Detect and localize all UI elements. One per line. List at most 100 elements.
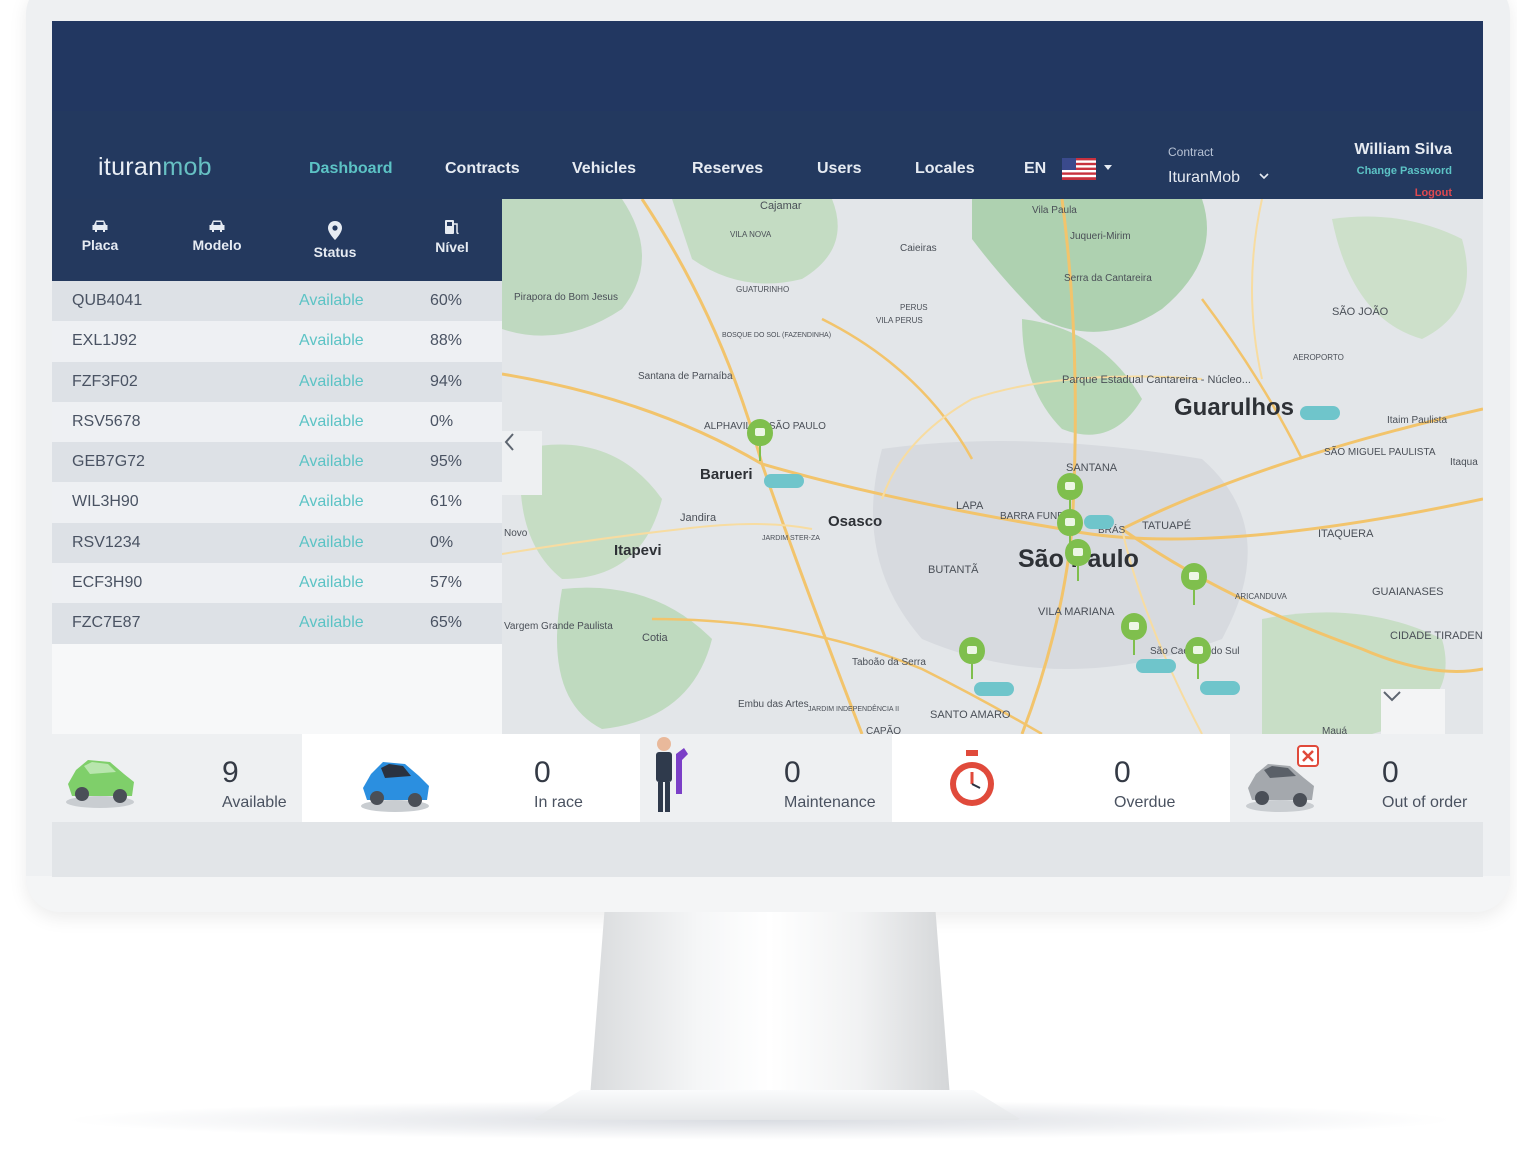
stat-available[interactable]: 9 Available bbox=[52, 734, 302, 822]
map-label: Itapevi bbox=[614, 542, 662, 559]
contract-label: Contract bbox=[1168, 145, 1214, 159]
status-summary: 9 Available 0 In race 0 Maintenance 0 Ov… bbox=[52, 734, 1483, 822]
nav-vehicles[interactable]: Vehicles bbox=[572, 160, 636, 178]
status-cell: Available bbox=[299, 574, 364, 592]
plate-cell: ECF3H90 bbox=[72, 574, 143, 592]
col-level[interactable]: Nível bbox=[402, 219, 502, 255]
plate-cell: RSV5678 bbox=[72, 412, 141, 430]
map-label: Osasco bbox=[828, 513, 882, 530]
user-name: William Silva bbox=[1354, 141, 1452, 158]
map-label: CIDADE TIRADENTES bbox=[1390, 630, 1483, 642]
car-marker-icon bbox=[974, 682, 1014, 696]
us-flag-icon[interactable] bbox=[1062, 158, 1096, 180]
nav-contracts[interactable]: Contracts bbox=[445, 160, 520, 178]
map-label: Embu das Artes bbox=[738, 699, 809, 710]
contract-select[interactable]: IturanMob bbox=[1168, 169, 1240, 187]
change-password-link[interactable]: Change Password bbox=[1357, 165, 1452, 177]
level-cell: 61% bbox=[430, 493, 463, 511]
map-label: Vargem Grande Paulista bbox=[504, 621, 613, 632]
status-cell: Available bbox=[299, 412, 364, 430]
expand-panel-button[interactable] bbox=[1381, 689, 1445, 734]
map-label: SÃO JOÃO bbox=[1332, 305, 1389, 318]
map-label: BOSQUE DO SOL (FAZENDINHA) bbox=[722, 332, 831, 339]
collapse-sidebar-button[interactable] bbox=[502, 431, 542, 495]
level-cell: 88% bbox=[430, 332, 463, 350]
table-body: QUB4041 Available 60% EXL1J92 Available 88% … bbox=[52, 281, 502, 644]
monitor-base bbox=[532, 1090, 1022, 1120]
col-model[interactable]: Modelo bbox=[167, 219, 267, 253]
logout-link[interactable]: Logout bbox=[1415, 187, 1452, 199]
fleet-map[interactable]: Cajamar VILA NOVA Caieiras Vila Paula Ju… bbox=[502, 199, 1483, 734]
map-pin-icon bbox=[746, 418, 774, 461]
map-label: JARDIM STER-ZA bbox=[762, 535, 820, 542]
map-label: ARICANDUVA bbox=[1235, 592, 1288, 601]
car-marker-icon bbox=[1300, 406, 1340, 420]
map-label: JARDIM INDEPENDÊNCIA II bbox=[808, 704, 899, 713]
map-label: GUAIANASES bbox=[1372, 586, 1444, 598]
map-label: PERUS bbox=[900, 303, 928, 312]
stopwatch-icon bbox=[950, 750, 994, 806]
table-row[interactable]: EXL1J92 Available 88% bbox=[52, 321, 502, 362]
car-marker-icon bbox=[764, 474, 804, 488]
map-pin-icon bbox=[1184, 636, 1212, 679]
plate-cell: QUB4041 bbox=[72, 292, 143, 309]
chevron-down-icon[interactable] bbox=[1258, 171, 1270, 181]
stat-label: Out of order bbox=[1382, 794, 1468, 811]
stat-maintenance[interactable]: 0 Maintenance bbox=[640, 734, 892, 822]
nav-locales[interactable]: Locales bbox=[915, 160, 975, 178]
table-row[interactable]: GEB7G72 Available 95% bbox=[52, 442, 502, 483]
map-label: VILA NOVA bbox=[730, 230, 772, 239]
stat-overdue[interactable]: 0 Overdue bbox=[892, 734, 1230, 822]
col-status-label: Status bbox=[313, 244, 357, 260]
nav-reserves[interactable]: Reserves bbox=[692, 160, 763, 178]
vehicle-table: Placa Modelo Status Nível QUB4041 Availa… bbox=[52, 199, 502, 734]
app-screen: ituranmob Dashboard Contracts Vehicles R… bbox=[52, 21, 1483, 877]
map-label: Jandira bbox=[680, 512, 717, 524]
map-label: Cajamar bbox=[760, 200, 802, 212]
map-canvas[interactable]: Cajamar VILA NOVA Caieiras Vila Paula Ju… bbox=[502, 199, 1483, 734]
car-marker-icon bbox=[1136, 659, 1176, 673]
stat-label: Overdue bbox=[1114, 794, 1176, 811]
table-row[interactable]: QUB4041 Available 60% bbox=[52, 281, 502, 322]
plate-cell: WIL3H90 bbox=[72, 493, 139, 511]
stat-label: In race bbox=[534, 794, 583, 811]
col-plate-label: Placa bbox=[81, 237, 119, 253]
header-band bbox=[52, 21, 1483, 111]
monitor-stand bbox=[590, 912, 950, 1097]
map-label: VILA PERUS bbox=[876, 316, 923, 325]
stat-out-of-order[interactable]: 0 Out of order bbox=[1230, 734, 1483, 822]
stat-label: Maintenance bbox=[784, 794, 876, 811]
col-level-label: Nível bbox=[435, 239, 469, 255]
plate-cell: FZC7E87 bbox=[72, 614, 141, 632]
table-header: Placa Modelo Status Nível bbox=[52, 199, 502, 281]
stat-count: 0 bbox=[784, 756, 801, 789]
map-label: Itaqua bbox=[1450, 457, 1478, 468]
table-row[interactable]: WIL3H90 Available 61% bbox=[52, 482, 502, 523]
map-label: Novo bbox=[504, 528, 528, 539]
level-cell: 0% bbox=[430, 533, 454, 551]
col-status[interactable]: Status bbox=[285, 221, 385, 260]
col-plate[interactable]: Placa bbox=[52, 219, 150, 253]
table-row[interactable]: RSV1234 Available 0% bbox=[52, 522, 502, 564]
map-label: Juqueri-Mirim bbox=[1070, 231, 1131, 242]
table-row[interactable]: FZF3F02 Available 94% bbox=[52, 361, 502, 402]
plate-cell: EXL1J92 bbox=[72, 332, 137, 350]
map-label: BUTANTÃ bbox=[928, 563, 979, 576]
map-label: LAPA bbox=[956, 500, 984, 512]
language-caret-icon[interactable] bbox=[1104, 165, 1112, 170]
green-car-icon bbox=[66, 760, 134, 808]
nav-users[interactable]: Users bbox=[817, 160, 861, 178]
language-code[interactable]: EN bbox=[1024, 160, 1046, 178]
stat-count: 0 bbox=[534, 756, 551, 789]
nav-dashboard[interactable]: Dashboard bbox=[309, 160, 393, 178]
map-label: SANTO AMARO bbox=[930, 709, 1011, 721]
table-row[interactable]: ECF3H90 Available 57% bbox=[52, 563, 502, 604]
stat-in-race[interactable]: 0 In race bbox=[302, 734, 640, 822]
table-row[interactable]: RSV5678 Available 0% bbox=[52, 401, 502, 443]
status-cell: Available bbox=[299, 614, 364, 632]
car-icon bbox=[92, 220, 108, 232]
table-row[interactable]: FZC7E87 Available 65% bbox=[52, 603, 502, 644]
level-cell: 60% bbox=[430, 292, 463, 309]
brand-logo[interactable]: ituranmob bbox=[98, 153, 212, 182]
chevron-left-icon bbox=[504, 433, 514, 451]
